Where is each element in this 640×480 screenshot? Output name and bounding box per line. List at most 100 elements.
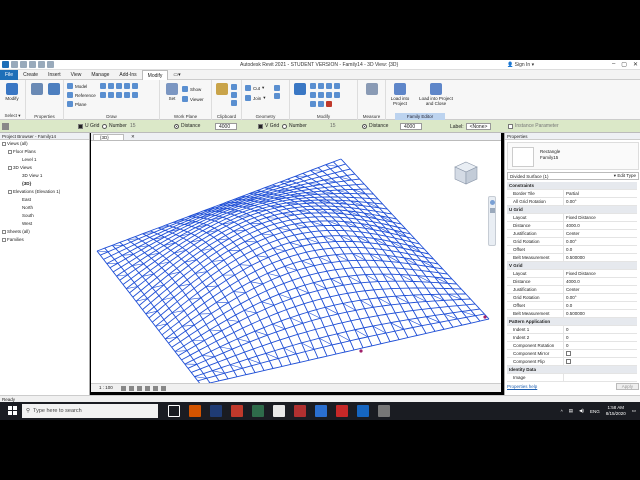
array-icon[interactable] [334,92,340,98]
line-tool-icon[interactable] [100,83,106,89]
measure-button[interactable] [364,83,380,95]
visual-style-icon[interactable] [129,386,134,391]
detail-level-icon[interactable] [121,386,126,391]
notifications-icon[interactable]: ▭ [632,408,636,414]
volume-icon[interactable]: ◀) [579,408,584,414]
app-icon[interactable] [231,405,243,417]
arc-tool-icon[interactable] [132,83,138,89]
property-value[interactable]: 4000.0 [563,221,637,230]
load-into-project-button[interactable]: Load into Project [388,83,412,106]
ellipse-tool-icon[interactable] [116,92,122,98]
tree-item-sheets[interactable]: Sheets (all) [2,229,30,234]
expand-icon[interactable] [2,229,6,234]
navigation-bar[interactable] [488,196,496,246]
apply-button[interactable]: Apply [615,383,639,390]
tree-item-views[interactable]: Views (all) [2,141,28,146]
view-control-icons[interactable] [121,386,166,391]
tree-item-floor-plans[interactable]: Floor Plans [8,149,36,154]
scale-label[interactable]: 1 : 100 [99,385,113,390]
collapse-icon[interactable] [8,165,12,170]
property-value[interactable]: 0 [563,325,637,334]
revit-icon[interactable] [357,405,369,417]
model-line-button[interactable]: Model [67,83,87,89]
collapse-icon[interactable] [2,141,6,146]
tree-item-level-1[interactable]: Level 1 [22,157,37,162]
pick-tool-icon[interactable] [132,92,138,98]
clock[interactable]: 1:58 AM 8/15/2020 [606,405,626,417]
paint-icon[interactable] [274,93,280,99]
property-value[interactable]: 0.00° [563,197,637,206]
task-view-icon[interactable] [168,405,180,417]
split-face-icon[interactable] [274,85,280,91]
pin-icon[interactable] [318,101,324,107]
tree-item-elevations[interactable]: Elevations (Elevation 1) [8,189,60,194]
rotate-icon[interactable] [310,92,316,98]
tab-file[interactable]: File [0,69,19,80]
tab-add-ins[interactable]: Add-Ins [114,70,141,80]
show-button[interactable]: Show [182,86,201,92]
revit-icon[interactable] [315,405,327,417]
collapse-icon[interactable] [8,189,12,194]
property-value[interactable]: 0.00° [563,237,637,246]
draw-tools-row-2[interactable] [100,92,138,98]
app-menu-icon[interactable] [2,61,9,68]
edit-type-button[interactable]: ▾ Edit Type [614,173,636,179]
property-value[interactable]: 0.500000 [563,253,637,262]
app-icon[interactable] [378,405,390,417]
geometry-extra-tools[interactable] [274,85,280,99]
tree-item-3d-views[interactable]: 3D Views [8,165,32,170]
app-icon[interactable] [252,405,264,417]
taskbar-search-box[interactable]: ⚲ Type here to search [22,404,158,418]
sign-in-button[interactable]: 👤 Sign In ▾ [507,62,534,68]
u-number-field[interactable]: 15 [130,123,136,129]
v-distance-field[interactable]: 4000 [400,123,422,130]
tree-item-3d[interactable]: {3D} [22,181,31,186]
close-icon[interactable]: ✕ [633,61,638,68]
property-value[interactable] [563,357,637,366]
select-panel-label[interactable]: Select ▾ [0,113,25,119]
property-value[interactable]: Center [563,229,637,238]
minimize-icon[interactable]: – [612,61,615,68]
type-selector[interactable]: Rectangle Family15 [507,142,639,170]
app-icon[interactable] [336,405,348,417]
viewer-button[interactable]: Viewer [182,96,204,102]
draw-tools-row[interactable] [100,83,138,89]
v-number-radio[interactable]: Number [282,123,307,129]
mirror-axis-icon[interactable] [318,83,324,89]
tab-modify[interactable]: Modify [141,69,169,80]
open-icon[interactable] [11,61,18,68]
maximize-icon[interactable]: ▢ [621,61,627,68]
collapse-icon[interactable] [8,149,12,154]
offset-icon[interactable] [310,83,316,89]
property-value[interactable]: Fixed Distance [563,269,637,278]
print-icon[interactable] [47,61,54,68]
v-grid-checkbox[interactable]: V Grid [258,123,279,129]
property-value[interactable]: 0.0 [563,245,637,254]
family-types-button[interactable] [46,83,62,95]
property-value[interactable]: 0.00° [563,293,637,302]
tree-item-west[interactable]: West [22,221,32,226]
load-and-close-button[interactable]: Load into Project and Close [416,83,456,106]
split-icon[interactable] [326,92,332,98]
tree-item-families[interactable]: Families [2,237,24,242]
illustrator-icon[interactable] [189,405,201,417]
tree-item-3d-view-1[interactable]: 3D View 1 [22,173,42,178]
u-number-radio[interactable]: Number [102,123,127,129]
join-geometry-button[interactable]: Join ▾ [245,95,266,101]
plane-button[interactable]: Plane [67,101,87,107]
modify-tools-row-1[interactable] [310,83,340,89]
tree-item-east[interactable]: East [22,197,31,202]
steering-wheel-icon[interactable] [489,200,495,205]
property-value[interactable]: 0.0 [563,301,637,310]
checkbox-icon[interactable] [566,350,571,356]
expand-icon[interactable] [2,237,6,242]
3d-viewport[interactable] [91,141,501,383]
tree-item-south[interactable]: South [22,213,34,218]
property-value[interactable]: 0 [563,333,637,342]
tab-view[interactable]: View [66,70,87,80]
match-icon[interactable] [231,100,237,106]
u-distance-radio[interactable]: Distance [174,123,200,129]
delete-icon[interactable] [326,101,332,107]
arc2-tool-icon[interactable] [100,92,106,98]
reference-point-marker[interactable] [483,315,487,319]
